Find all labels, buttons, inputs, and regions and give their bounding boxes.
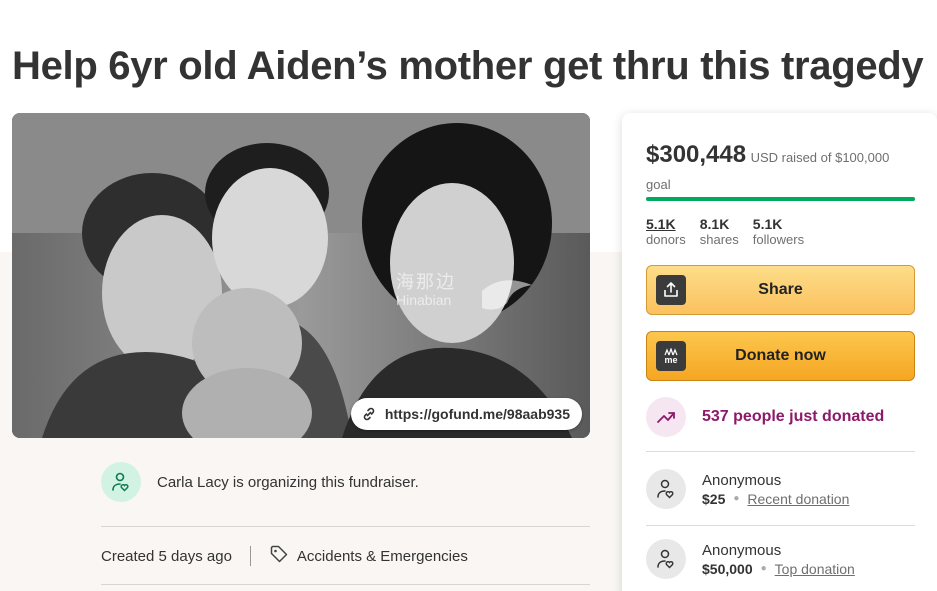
category-label: Accidents & Emergencies [296, 547, 468, 565]
divider [101, 584, 590, 585]
donor-name: Anonymous [702, 471, 782, 489]
created-date: Created 5 days ago [101, 547, 232, 565]
donation-tag-link[interactable]: Top donation [775, 561, 855, 577]
stat-label: shares [699, 232, 739, 247]
donate-label: Donate now [735, 347, 826, 364]
divider [646, 525, 915, 526]
short-link-pill[interactable]: https://gofund.me/98aab935 [350, 398, 582, 430]
stat-donors[interactable]: 5.1K donors [646, 216, 686, 247]
meta-separator [249, 546, 251, 566]
divider [101, 526, 590, 527]
donor-name: Anonymous [702, 541, 782, 559]
watermark-en: Hinabian [396, 291, 452, 308]
bullet-separator: ● [733, 493, 740, 504]
progress-bar [646, 197, 915, 201]
stat-value: 5.1K [752, 216, 783, 232]
donate-icon-text: me [664, 354, 678, 365]
donor-heart-icon [646, 539, 686, 579]
divider [646, 451, 915, 452]
link-icon [361, 406, 377, 422]
donate-card: $300,448 USD raised of $100,000 goal 5.1… [622, 113, 937, 591]
stats-row: 5.1K donors 8.1K shares 5.1K followers [646, 216, 804, 247]
share-icon [656, 275, 686, 305]
watermark: 海那边 Hinabian [396, 272, 456, 308]
recent-donations-banner: 537 people just donated [646, 397, 884, 437]
hero-image[interactable]: 海那边 Hinabian https://gofund.me/98aab935 [12, 113, 590, 438]
raised-summary: $300,448 USD raised of $100,000 goal [646, 137, 916, 197]
stat-shares: 8.1K shares [700, 216, 739, 247]
stat-label: followers [752, 232, 805, 247]
donation-item: Anonymous $25 ● Recent donation [646, 469, 849, 509]
donation-tag-link[interactable]: Recent donation [747, 491, 849, 507]
watermark-cn: 海那边 [396, 272, 456, 292]
donation-amount: $50,000 [702, 560, 753, 577]
stat-value: 5.1K [646, 216, 676, 232]
organizer-text: Carla Lacy is organizing this fundraiser… [157, 473, 419, 491]
progress-fill [646, 197, 915, 201]
amount-raised: $300,448 [646, 141, 747, 168]
stat-followers: 5.1K followers [753, 216, 804, 247]
recent-donations-text: 537 people just donated [702, 408, 885, 425]
short-link-text: https://gofund.me/98aab935 [384, 406, 570, 422]
stat-value: 8.1K [699, 216, 730, 232]
donor-heart-icon [646, 469, 686, 509]
fundraiser-meta: Created 5 days ago Accidents & Emergenci… [101, 544, 468, 568]
category-link[interactable]: Accidents & Emergencies [269, 544, 468, 568]
gofundme-logo-icon: me [656, 341, 686, 371]
organizer-row: Carla Lacy is organizing this fundraiser… [101, 462, 419, 502]
donation-item: Anonymous $50,000 ● Top donation [646, 539, 855, 579]
tag-icon [269, 544, 289, 568]
trending-up-icon [646, 397, 686, 437]
user-heart-icon [101, 462, 141, 502]
stat-label: donors [646, 232, 686, 247]
share-button[interactable]: Share [646, 265, 915, 315]
hero-photo [12, 113, 590, 438]
donation-amount: $25 [702, 490, 726, 507]
share-label: Share [758, 281, 803, 298]
donate-now-button[interactable]: me Donate now [646, 331, 915, 381]
bullet-separator: ● [760, 563, 767, 574]
page-title: Help 6yr old Aiden’s mother get thru thi… [12, 44, 924, 88]
